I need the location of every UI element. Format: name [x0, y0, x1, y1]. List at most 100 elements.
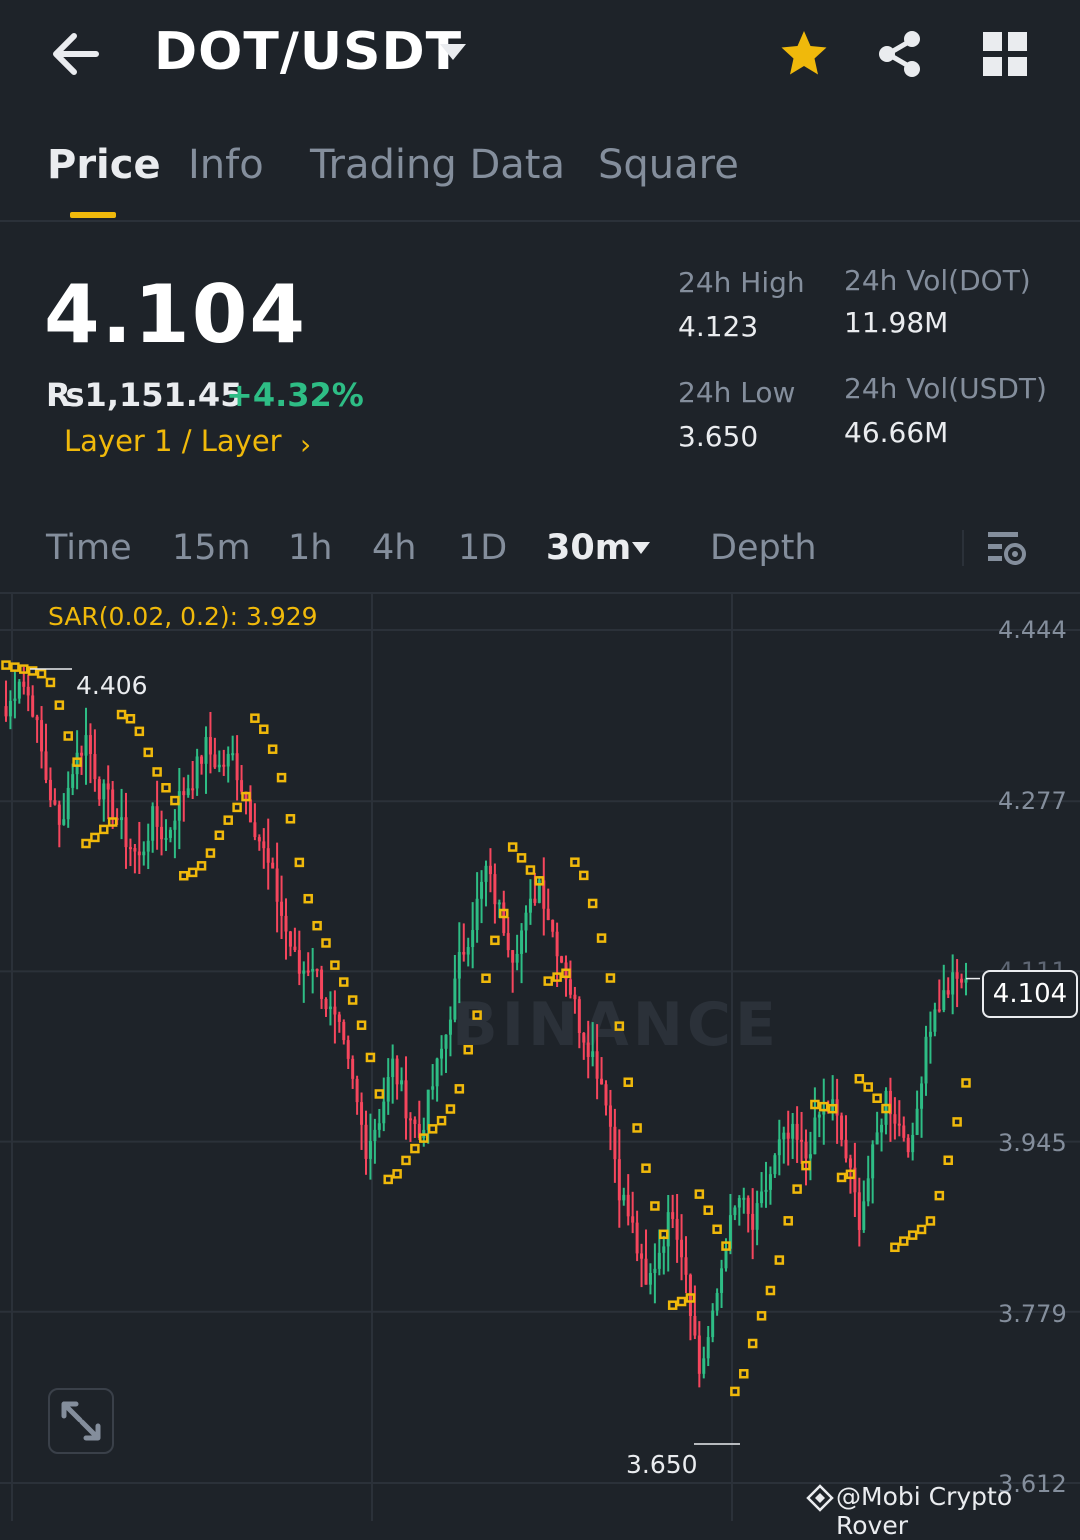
back-button[interactable]: [44, 24, 108, 84]
candle-body: [604, 1084, 608, 1106]
fullscreen-button[interactable]: [48, 1388, 114, 1454]
interval-4h[interactable]: 4h: [372, 528, 416, 568]
interval-time[interactable]: Time: [46, 528, 132, 568]
sar-dot: [339, 977, 349, 987]
candle-body: [640, 1253, 644, 1259]
candle-body: [31, 695, 35, 717]
candle-body: [804, 1141, 808, 1159]
candle-body: [404, 1080, 408, 1119]
category-link[interactable]: Layer 1 / Layer: [64, 424, 282, 458]
candle-body: [951, 972, 955, 995]
candle-body: [431, 1086, 435, 1090]
caret-down-icon[interactable]: [437, 40, 469, 64]
interval-depth[interactable]: Depth: [710, 528, 817, 568]
candlestick-chart[interactable]: [0, 594, 1080, 1521]
candle-body: [866, 1178, 870, 1202]
candle-body: [71, 774, 75, 788]
candle-body: [488, 865, 492, 875]
candle-body: [653, 1268, 657, 1274]
grid-icon[interactable]: [981, 30, 1029, 78]
tab-price[interactable]: Price: [47, 142, 161, 188]
candle-body: [862, 1201, 866, 1230]
share-icon[interactable]: [874, 28, 926, 80]
candle-body: [595, 1051, 599, 1079]
candle-body: [435, 1058, 439, 1087]
sar-dot: [276, 772, 287, 783]
candle-body: [751, 1213, 755, 1230]
sar-dot: [516, 853, 527, 863]
candle-body: [622, 1194, 626, 1201]
interval-selected[interactable]: 30m: [546, 528, 631, 568]
candle-body: [444, 1034, 448, 1049]
candle-body: [386, 1077, 390, 1102]
candle-body: [817, 1114, 821, 1118]
tab-square[interactable]: Square: [598, 142, 739, 188]
candle-body: [337, 1014, 341, 1022]
candle-body: [368, 1140, 372, 1159]
candle-body: [608, 1105, 612, 1127]
candle-body: [693, 1315, 697, 1336]
candle-body: [773, 1155, 777, 1175]
candle-body: [22, 681, 26, 687]
candle-body: [111, 789, 115, 819]
sar-dot: [694, 1189, 705, 1199]
candle-body: [217, 764, 221, 768]
candle-body: [346, 1040, 350, 1059]
candle-body: [591, 1051, 595, 1057]
candle-body: [768, 1174, 772, 1190]
sar-dot: [907, 1230, 918, 1240]
interval-15m[interactable]: 15m: [172, 528, 251, 568]
settings-separator: [962, 530, 964, 566]
candle-body: [8, 700, 12, 717]
vol-quote-label: 24h Vol(USDT): [844, 372, 1047, 405]
sar-dot: [952, 1117, 962, 1127]
candle-body: [746, 1197, 750, 1214]
sar-dot: [792, 1184, 802, 1194]
candle-body: [777, 1139, 781, 1156]
candle-body: [48, 779, 52, 801]
sar-dot: [854, 1074, 865, 1084]
candle-body: [880, 1124, 884, 1133]
tab-trading-data[interactable]: Trading Data: [310, 142, 565, 188]
high-value: 4.123: [678, 310, 759, 343]
vol-base-value: 11.98M: [844, 306, 949, 339]
sar-dot: [507, 842, 518, 852]
sar-dot: [205, 848, 216, 858]
arrow-left-icon: [53, 33, 99, 75]
candle-body: [155, 806, 159, 827]
sar-dot: [570, 857, 580, 867]
candle-body: [173, 820, 177, 830]
star-icon[interactable]: [778, 28, 830, 80]
interval-1h[interactable]: 1h: [288, 528, 332, 568]
candle-body: [355, 1078, 359, 1103]
candle-body: [97, 779, 101, 800]
candle-body: [511, 950, 515, 963]
sar-dot: [667, 1300, 678, 1310]
tab-info[interactable]: Info: [188, 142, 264, 188]
sar-dot: [259, 724, 269, 734]
sar-dot: [730, 1386, 740, 1397]
sar-dot: [267, 744, 278, 754]
pair-title[interactable]: DOT/USDT: [154, 22, 462, 82]
chart-settings-icon[interactable]: [986, 526, 1028, 570]
candle-body: [35, 716, 39, 721]
candle-body: [582, 1033, 586, 1043]
candle-body: [453, 978, 457, 1020]
caret-down-icon[interactable]: [630, 540, 652, 556]
chevron-right-icon[interactable]: ›: [300, 428, 311, 461]
sar-dot: [445, 1104, 456, 1114]
high-label: 24h High: [678, 266, 805, 299]
sar-dot: [712, 1224, 722, 1235]
sar-dot: [312, 920, 322, 931]
sar-dot: [899, 1236, 909, 1246]
candle-body: [44, 751, 48, 780]
candle-body: [213, 754, 217, 768]
candle-body: [884, 1090, 888, 1125]
sar-dot: [650, 1201, 660, 1211]
sar-dot: [676, 1296, 687, 1307]
low-label: 24h Low: [678, 376, 796, 409]
interval-1d[interactable]: 1D: [458, 528, 507, 568]
sar-dot: [836, 1172, 847, 1183]
sar-series: [1, 660, 971, 1397]
candle-body: [675, 1218, 679, 1240]
